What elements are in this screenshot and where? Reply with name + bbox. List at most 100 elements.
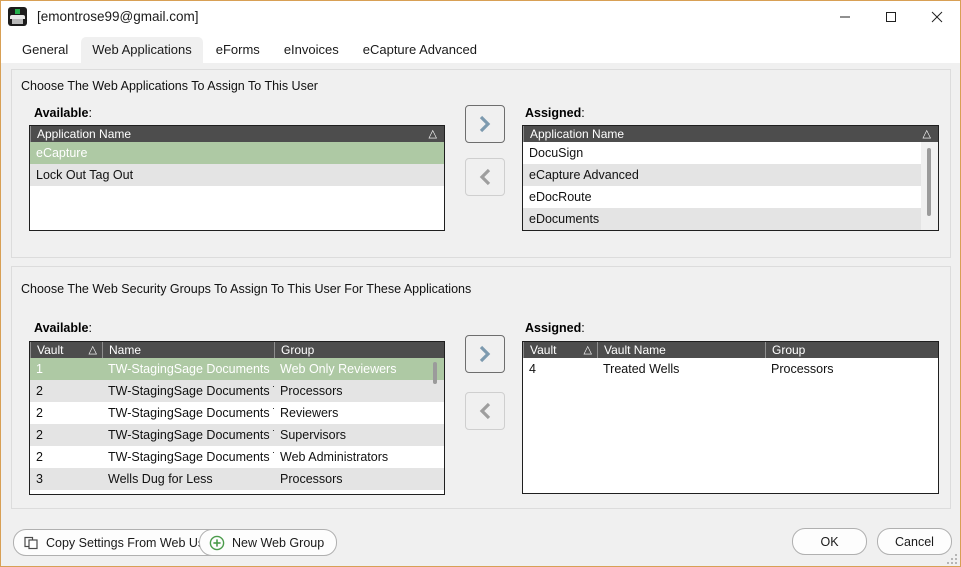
cell-vault: 3 <box>36 472 43 486</box>
tab-einvoices[interactable]: eInvoices <box>273 37 350 63</box>
title-bar: [emontrose99@gmail.com] <box>1 1 960 32</box>
scrollbar-thumb[interactable] <box>927 148 931 216</box>
assign-security-group-button[interactable] <box>465 335 505 373</box>
tab-ecapture-advanced[interactable]: eCapture Advanced <box>352 37 488 63</box>
assigned-security-groups-list[interactable]: Vault △ Vault Name Group 4 Treated Wells… <box>522 341 939 494</box>
chevron-right-icon <box>479 345 491 363</box>
plus-circle-icon <box>208 534 226 552</box>
tab-eforms[interactable]: eForms <box>205 37 271 63</box>
table-row[interactable]: eCapture Advanced <box>523 164 938 186</box>
table-row[interactable]: 2 TW-StagingSage Documents Test Processo… <box>30 380 444 402</box>
list-body: 1 TW-StagingSage Documents Web Only Revi… <box>30 358 444 490</box>
list-body: 4 Treated Wells Processors <box>523 358 938 380</box>
sort-ascending-icon: △ <box>428 128 437 140</box>
column-application-name[interactable]: Application Name △ <box>523 126 938 142</box>
cell-name: TW-StagingSage Documents Test <box>108 406 274 420</box>
ok-label: OK <box>820 534 839 549</box>
table-row[interactable]: eCapture <box>30 142 444 164</box>
copy-settings-from-web-user-button[interactable]: Copy Settings From Web User <box>13 529 229 556</box>
column-group[interactable]: Group <box>274 342 444 358</box>
chevron-left-icon <box>479 402 491 420</box>
column-group[interactable]: Group <box>765 342 938 358</box>
cell-application-name: eCapture <box>36 146 88 160</box>
assigned-applications-list[interactable]: Application Name △ DocuSign eCapture Adv… <box>522 125 939 231</box>
close-button[interactable] <box>914 1 960 32</box>
minimize-button[interactable] <box>822 1 868 32</box>
new-web-group-button[interactable]: New Web Group <box>199 529 338 556</box>
dialog-footer: Copy Settings From Web User New Web Grou… <box>1 519 960 566</box>
cancel-label: Cancel <box>895 534 934 549</box>
available-applications-list[interactable]: Application Name △ eCapture Lock Out Tag… <box>29 125 445 231</box>
tab-general[interactable]: General <box>11 37 79 63</box>
cell-group: Processors <box>771 362 834 376</box>
available-security-groups-scrollbar[interactable] <box>427 358 444 494</box>
assigned-groups-label: Assigned: <box>525 321 585 335</box>
table-row[interactable]: 4 Treated Wells Processors <box>523 358 938 380</box>
cell-name: TW-StagingSage Documents <box>108 362 270 376</box>
cell-application-name: eCapture Advanced <box>529 168 639 182</box>
user-properties-window: [emontrose99@gmail.com] General Web Appl… <box>0 0 961 567</box>
sort-ascending-icon: △ <box>88 344 97 356</box>
cell-name: Wells Dug for Less <box>108 472 213 486</box>
copy-icon <box>22 534 40 552</box>
unassign-security-group-button[interactable] <box>465 392 505 430</box>
table-row[interactable]: 2 TW-StagingSage Documents Test Web Admi… <box>30 446 444 468</box>
tab-strip: General Web Applications eForms eInvoice… <box>1 32 960 63</box>
tab-content-web-applications: Choose The Web Applications To Assign To… <box>1 63 960 566</box>
cell-vault: 4 <box>529 362 536 376</box>
assigned-applications-label: Assigned: <box>525 106 585 120</box>
table-row[interactable]: Lock Out Tag Out <box>30 164 444 186</box>
assign-application-button[interactable] <box>465 105 505 143</box>
ok-button[interactable]: OK <box>792 528 867 555</box>
cell-application-name: Lock Out Tag Out <box>36 168 134 182</box>
maximize-button[interactable] <box>868 1 914 32</box>
cell-application-name: eDocRoute <box>529 190 592 204</box>
table-row[interactable]: eDocRoute <box>523 186 938 208</box>
table-row[interactable]: 2 TW-StagingSage Documents Test Supervis… <box>30 424 444 446</box>
list-header: Application Name △ <box>523 126 938 142</box>
unassign-application-button[interactable] <box>465 158 505 196</box>
chevron-left-icon <box>479 168 491 186</box>
column-vault-name[interactable]: Vault Name <box>597 342 765 358</box>
list-body: eCapture Lock Out Tag Out <box>30 142 444 186</box>
available-security-groups-list[interactable]: Vault △ Name Group 1 TW-StagingSage Docu… <box>29 341 445 495</box>
assigned-applications-scrollbar[interactable] <box>921 142 938 230</box>
chevron-right-icon <box>479 115 491 133</box>
tab-web-applications[interactable]: Web Applications <box>81 37 203 63</box>
column-vault[interactable]: Vault △ <box>523 342 597 358</box>
list-header: Vault △ Name Group <box>30 342 444 358</box>
web-security-groups-caption: Choose The Web Security Groups To Assign… <box>21 282 472 296</box>
cell-application-name: eDocuments <box>529 212 600 226</box>
resize-grip[interactable] <box>945 552 957 564</box>
table-row[interactable]: 2 TW-StagingSage Documents Test Reviewer… <box>30 402 444 424</box>
sort-ascending-icon: △ <box>922 128 931 140</box>
cell-group: Processors <box>280 472 343 486</box>
column-name[interactable]: Name <box>102 342 274 358</box>
available-applications-label: Available: <box>34 106 92 120</box>
cell-vault: 2 <box>36 406 43 420</box>
cell-vault: 1 <box>36 362 43 376</box>
table-row[interactable]: 3 Wells Dug for Less Processors <box>30 468 444 490</box>
table-row[interactable]: 1 TW-StagingSage Documents Web Only Revi… <box>30 358 444 380</box>
cell-name: TW-StagingSage Documents Test <box>108 384 274 398</box>
new-web-group-label: New Web Group <box>232 535 325 550</box>
cancel-button[interactable]: Cancel <box>877 528 952 555</box>
window-controls <box>822 1 960 32</box>
column-application-name[interactable]: Application Name △ <box>30 126 444 142</box>
table-row[interactable]: eDocuments <box>523 208 938 230</box>
cell-group: Web Only Reviewers <box>280 362 397 376</box>
scrollbar-thumb[interactable] <box>433 362 437 384</box>
cell-vault-name: Treated Wells <box>603 362 680 376</box>
list-header: Vault △ Vault Name Group <box>523 342 938 358</box>
sort-ascending-icon: △ <box>583 344 592 356</box>
table-row[interactable]: DocuSign <box>523 142 938 164</box>
cell-vault: 2 <box>36 450 43 464</box>
available-groups-label: Available: <box>34 321 92 335</box>
window-title: [emontrose99@gmail.com] <box>37 9 199 24</box>
list-header: Application Name △ <box>30 126 444 142</box>
cell-group: Reviewers <box>280 406 339 420</box>
list-body: DocuSign eCapture Advanced eDocRoute eDo… <box>523 142 938 230</box>
cell-group: Supervisors <box>280 428 346 442</box>
cell-application-name: DocuSign <box>529 146 584 160</box>
column-vault[interactable]: Vault △ <box>30 342 102 358</box>
